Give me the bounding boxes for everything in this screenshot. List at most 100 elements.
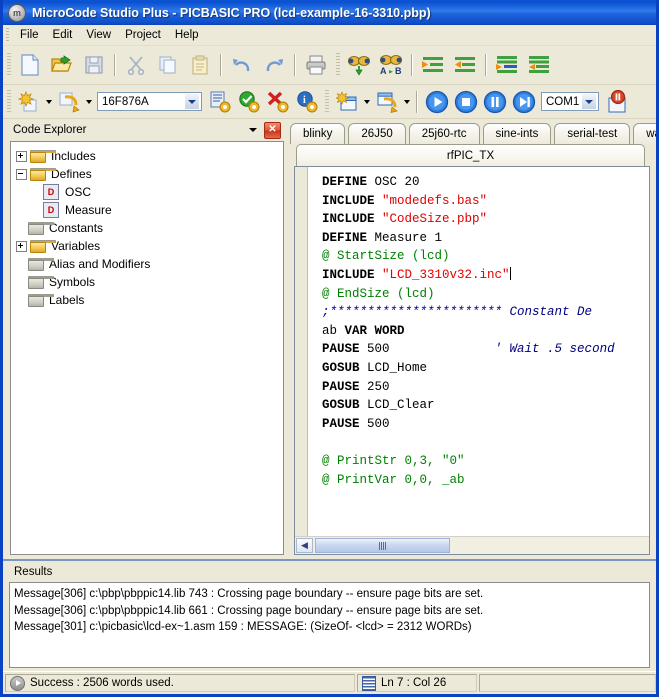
code-token: ' Wait .5 second [495, 342, 615, 356]
step-icon[interactable] [509, 88, 538, 116]
tree-item-symbols[interactable]: Symbols [11, 273, 283, 291]
tab-serial-test[interactable]: serial-test [554, 123, 630, 144]
menu-edit[interactable]: Edit [46, 27, 80, 43]
close-x-icon[interactable]: ✕ [264, 122, 281, 139]
results-list[interactable]: Message[306] c:\pbp\pbppic14.lib 743 : C… [9, 582, 650, 668]
expander-minus-icon[interactable] [16, 169, 27, 180]
folder-icon [30, 150, 46, 163]
tree-item-label: Symbols [49, 275, 95, 289]
new-document-icon[interactable] [14, 49, 46, 81]
code-token [375, 268, 383, 282]
tab-blinky[interactable]: blinky [290, 123, 345, 144]
copy-icon[interactable] [152, 49, 184, 81]
tab-rfpic-tx[interactable]: rfPIC_TX [296, 144, 645, 166]
redo-arrow-icon[interactable] [258, 49, 290, 81]
toolbar-grip[interactable] [7, 53, 11, 77]
tree-item-alias-and-modifiers[interactable]: Alias and Modifiers [11, 255, 283, 273]
tree-item-label: Measure [65, 203, 112, 217]
scissors-icon[interactable] [120, 49, 152, 81]
editor-horizontal-scrollbar[interactable]: ◀ [295, 536, 649, 554]
menu-help[interactable]: Help [168, 27, 206, 43]
printer-icon[interactable] [300, 49, 332, 81]
code-line: DEFINE OSC 20 [322, 173, 649, 192]
tab-26j50[interactable]: 26J50 [348, 123, 405, 144]
serial-send-arrow-icon[interactable] [372, 88, 401, 116]
code-token: "LCD_3310v32.inc" [382, 268, 510, 282]
code-line: @ PrintStr 0,3, "0" [322, 452, 649, 471]
stop-icon[interactable] [451, 88, 480, 116]
code-text-area[interactable]: DEFINE OSC 20INCLUDE "modedefs.bas"INCLU… [308, 167, 649, 536]
tree-item-measure[interactable]: D Measure [11, 201, 283, 219]
menu-file[interactable]: File [13, 27, 46, 43]
scrollbar-thumb[interactable] [315, 538, 450, 553]
code-line: PAUSE 500 ' Wait .5 second [322, 340, 649, 359]
device-combo[interactable]: 16F876A [97, 92, 202, 111]
serial-window-star-icon[interactable] [332, 88, 361, 116]
play-icon[interactable] [422, 88, 451, 116]
undo-arrow-icon[interactable] [226, 49, 258, 81]
scrollbar-track[interactable] [313, 538, 649, 553]
device-combo-chevron-down-icon[interactable] [184, 93, 200, 110]
menu-grip[interactable] [6, 28, 9, 42]
pause-icon[interactable] [480, 88, 509, 116]
main-body: Code Explorer ✕ Includes Defines D OS [3, 119, 656, 555]
code-token: @ StartSize (lcd) [322, 249, 450, 263]
red-x-gear-icon[interactable] [263, 88, 292, 116]
expander-plus-icon[interactable] [16, 151, 27, 162]
program-options-chevron-down-icon[interactable] [83, 89, 94, 115]
expander-plus-icon[interactable] [16, 241, 27, 252]
tab-sine-ints[interactable]: sine-ints [483, 123, 552, 144]
asm-document-gear-icon[interactable] [205, 88, 234, 116]
code-token: INCLUDE [322, 212, 375, 226]
code-explorer-header: Code Explorer ✕ [3, 119, 288, 141]
tree-item-defines[interactable]: Defines [11, 165, 283, 183]
tab-waltsp[interactable]: waltsp [633, 123, 656, 144]
outdent-icon[interactable] [449, 49, 481, 81]
blue-info-gear-icon[interactable]: i [292, 88, 321, 116]
green-check-gear-icon[interactable] [234, 88, 263, 116]
code-token: DEFINE [322, 231, 367, 245]
cursor-position: Ln 7 : Col 26 [381, 677, 446, 689]
code-line [322, 433, 649, 452]
toolbar-grip-4[interactable] [325, 90, 329, 114]
toolbar-grip-2[interactable] [336, 53, 340, 77]
open-folder-icon[interactable] [46, 49, 78, 81]
toolbar-separator [114, 54, 116, 76]
code-line: GOSUB LCD_Clear [322, 396, 649, 415]
program-arrow-icon[interactable] [54, 88, 83, 116]
toolbar-grip-3[interactable] [7, 90, 11, 114]
compile-options-chevron-down-icon[interactable] [43, 89, 54, 115]
compile-star-icon[interactable] [14, 88, 43, 116]
tree-item-includes[interactable]: Includes [11, 147, 283, 165]
menu-project[interactable]: Project [118, 27, 168, 43]
clipboard-icon[interactable] [184, 49, 216, 81]
chevron-down-icon[interactable] [245, 122, 261, 138]
chevron-left-icon[interactable]: ◀ [296, 538, 313, 553]
floppy-disk-icon[interactable] [78, 49, 110, 81]
menu-view[interactable]: View [79, 27, 118, 43]
serial-send-chevron-down-icon[interactable] [401, 89, 412, 115]
indent-icon[interactable] [417, 49, 449, 81]
tree-item-constants[interactable]: Constants [11, 219, 283, 237]
comment-block-icon[interactable] [491, 49, 523, 81]
tree-item-osc[interactable]: D OSC [11, 183, 283, 201]
status-message-cell: Success : 2506 words used. [5, 674, 355, 692]
uncomment-block-icon[interactable] [523, 49, 555, 81]
code-editor: DEFINE OSC 20INCLUDE "modedefs.bas"INCLU… [294, 166, 650, 555]
code-explorer-tree[interactable]: Includes Defines D OSC D Measure [10, 141, 284, 555]
folder-icon [28, 222, 44, 235]
title-bar: m MicroCode Studio Plus - PICBASIC PRO (… [3, 0, 656, 25]
code-token: GOSUB [322, 398, 360, 412]
code-token: LCD_Clear [360, 398, 435, 412]
tab-25j60-rtc[interactable]: 25j60-rtc [409, 123, 480, 144]
port-combo[interactable]: COM1 [541, 92, 599, 111]
disconnect-icon[interactable] [602, 88, 631, 116]
serial-new-chevron-down-icon[interactable] [361, 89, 372, 115]
tree-item-variables[interactable]: Variables [11, 237, 283, 255]
binoculars-icon[interactable] [343, 49, 375, 81]
port-combo-chevron-down-icon[interactable] [581, 93, 597, 110]
binoculars-ab-icon[interactable]: AB [375, 49, 407, 81]
device-combo-value: 16F876A [98, 96, 184, 108]
tree-item-label: Includes [51, 149, 96, 163]
tree-item-labels[interactable]: Labels [11, 291, 283, 309]
